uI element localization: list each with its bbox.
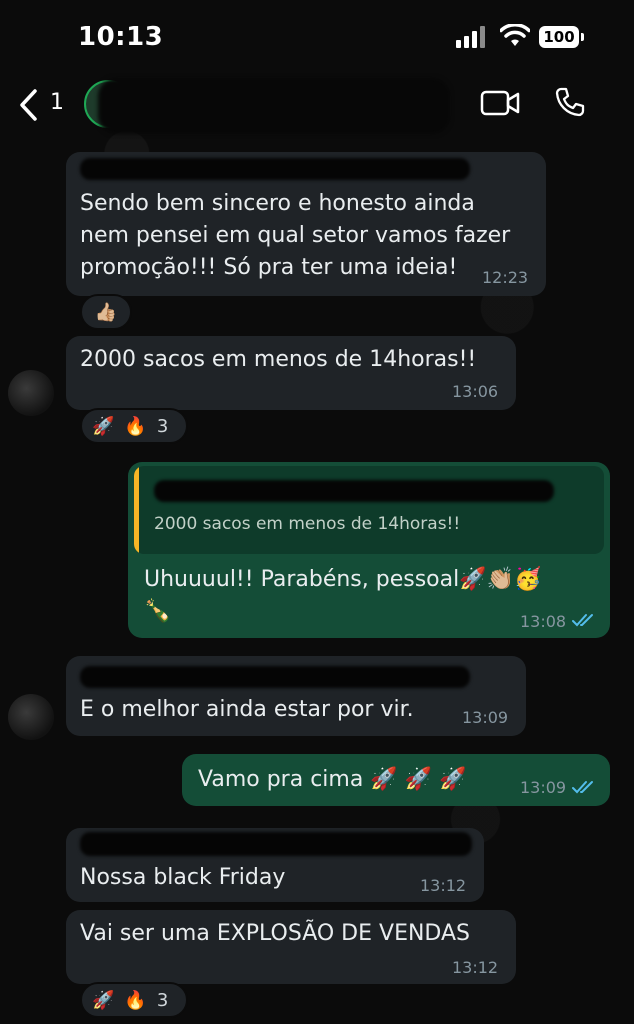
- message-text: Nossa black Friday: [80, 865, 286, 890]
- quote-text: 2000 sacos em menos de 14horas!!: [154, 514, 461, 534]
- message-text-line: Sendo bem sincero e honesto ainda: [80, 191, 475, 216]
- reaction-emoji: 👍🏼: [94, 301, 118, 323]
- message-time: 13:12: [452, 958, 499, 977]
- message-text: E o melhor ainda estar por vir.: [80, 697, 414, 722]
- message-incoming[interactable]: Sendo bem sincero e honesto ainda nem pe…: [66, 152, 546, 296]
- reaction-emoji: 🚀: [92, 415, 115, 437]
- phone-icon[interactable]: [554, 86, 586, 118]
- sender-avatar[interactable]: [8, 694, 54, 740]
- redacted-sender-name: [80, 158, 470, 180]
- message-time: 13:12: [420, 876, 467, 895]
- message-text: Vamo pra cima 🚀 🚀 🚀: [198, 767, 467, 792]
- message-text: 2000 sacos em menos de 14horas!!: [80, 347, 477, 372]
- signal-icon: [456, 26, 485, 48]
- redacted-contact-name[interactable]: [98, 78, 450, 134]
- redacted-sender-name: [80, 832, 472, 856]
- status-bar: 10:13 100: [0, 0, 634, 78]
- message-time: 13:08: [520, 612, 567, 631]
- message-incoming[interactable]: Nossa black Friday 13:12: [66, 828, 484, 902]
- back-icon[interactable]: [18, 88, 40, 122]
- redacted-sender-name: [80, 666, 470, 688]
- message-time: 13:09: [520, 778, 567, 797]
- redacted-quote-sender: [154, 480, 554, 502]
- message-text-line: promoção!!! Só pra ter uma ideia!: [80, 255, 458, 280]
- message-time: 13:06: [452, 382, 499, 401]
- status-time: 10:13: [78, 22, 164, 52]
- reaction-emoji: 🚀: [92, 989, 115, 1011]
- message-time: 13:09: [462, 708, 509, 727]
- video-call-icon[interactable]: [480, 90, 520, 116]
- message-reaction[interactable]: 🚀 🔥 3: [80, 982, 188, 1018]
- unread-count[interactable]: 1: [50, 90, 64, 115]
- reaction-emoji: 🔥: [124, 415, 147, 437]
- message-text: Vai ser uma EXPLOSÃO DE VENDAS: [80, 921, 470, 946]
- read-ticks-icon: [572, 614, 593, 627]
- message-text: Uhuuuul!! Parabéns, pessoal🚀👏🏼🥳: [144, 567, 542, 592]
- battery-icon: 100: [539, 26, 585, 48]
- battery-level: 100: [539, 26, 579, 48]
- message-text-line: 🍾: [144, 599, 172, 624]
- message-reaction[interactable]: 👍🏼: [80, 294, 132, 330]
- sender-avatar[interactable]: [8, 370, 54, 416]
- message-reaction[interactable]: 🚀 🔥 3: [80, 408, 188, 444]
- reaction-emoji: 🔥: [124, 989, 147, 1011]
- message-time: 12:23: [482, 268, 529, 287]
- reaction-count: 3: [156, 989, 169, 1011]
- chat-header: 1: [0, 78, 634, 136]
- quoted-message[interactable]: 2000 sacos em menos de 14horas!!: [134, 466, 604, 554]
- message-incoming[interactable]: 2000 sacos em menos de 14horas!! 13:06: [66, 336, 516, 410]
- quote-accent-bar: [134, 466, 139, 554]
- message-incoming[interactable]: Vai ser uma EXPLOSÃO DE VENDAS 13:12: [66, 910, 516, 984]
- message-outgoing[interactable]: Vamo pra cima 🚀 🚀 🚀 13:09: [182, 754, 610, 806]
- read-ticks-icon: [572, 781, 593, 794]
- message-incoming[interactable]: E o melhor ainda estar por vir. 13:09: [66, 656, 526, 736]
- reaction-count: 3: [156, 415, 169, 437]
- wifi-icon: [500, 24, 530, 46]
- message-text-line: nem pensei em qual setor vamos fazer: [80, 223, 511, 248]
